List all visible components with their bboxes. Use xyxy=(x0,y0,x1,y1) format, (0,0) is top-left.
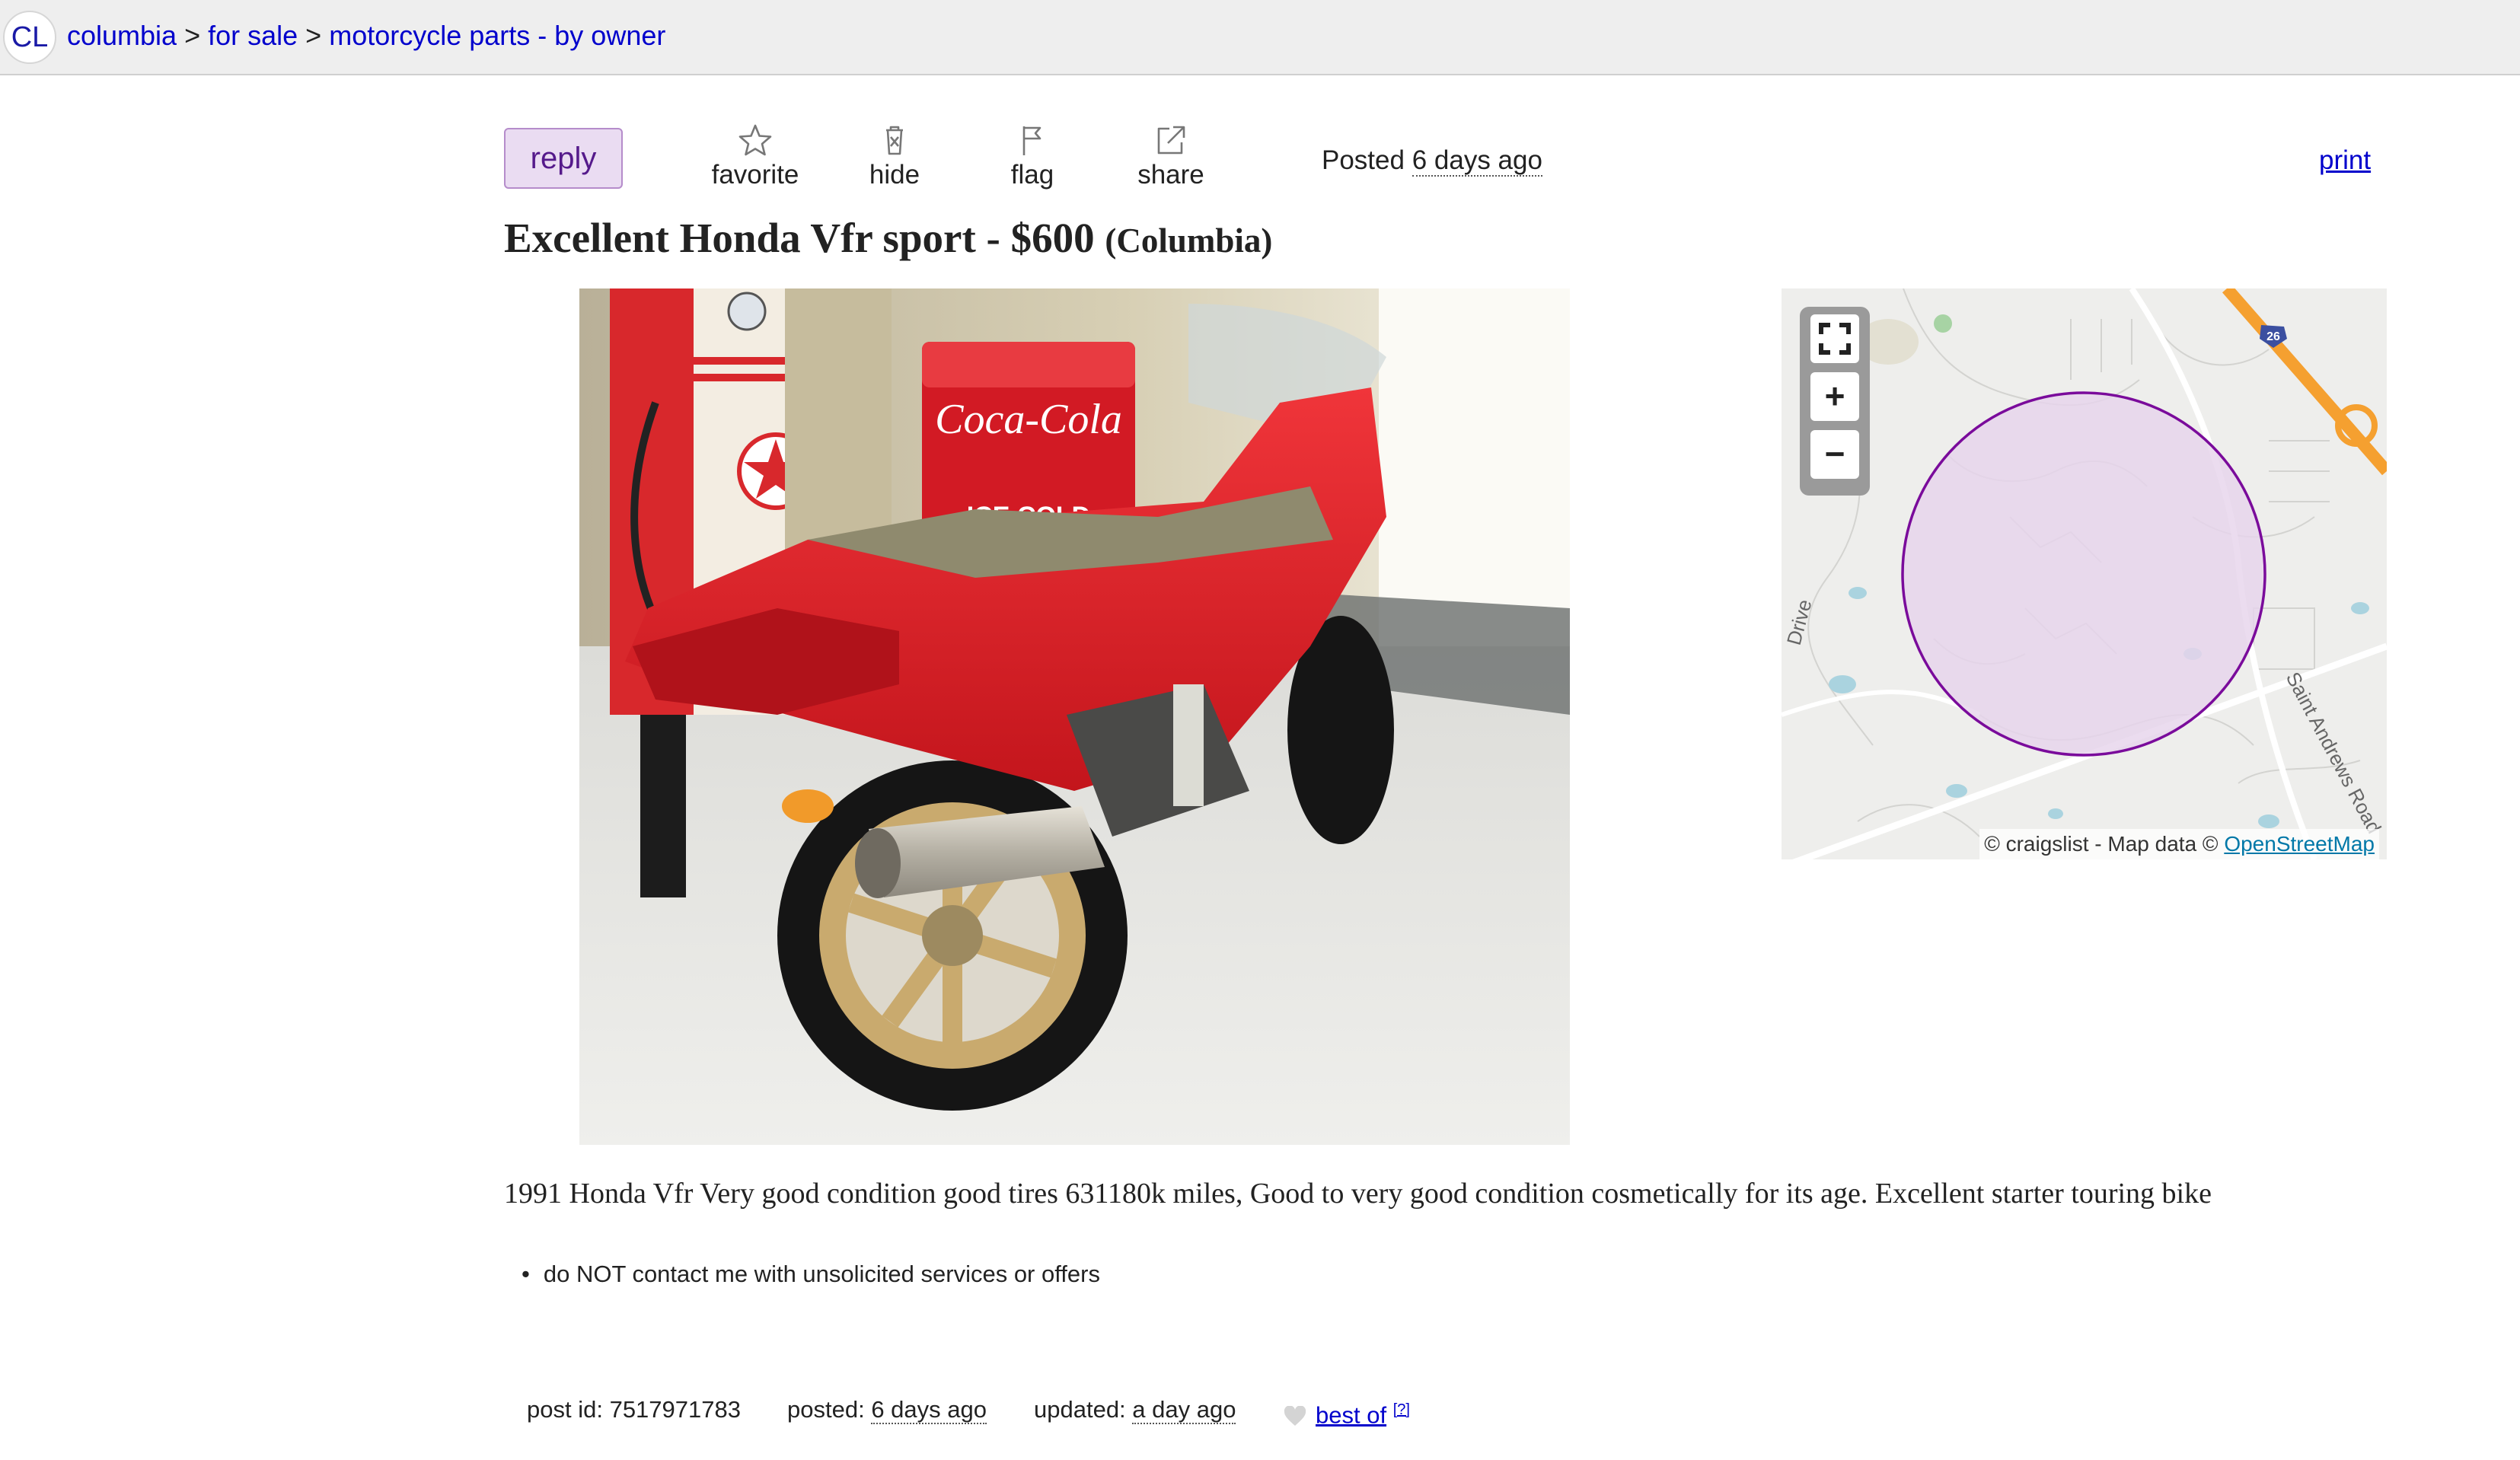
notice-item: • do NOT contact me with unsolicited serv… xyxy=(522,1256,1100,1293)
posted-date: Posted 6 days ago xyxy=(1322,145,1542,177)
notice-text: do NOT contact me with unsolicited servi… xyxy=(543,1261,1100,1287)
craigslist-logo[interactable]: CL xyxy=(3,11,56,64)
map-controls: + − xyxy=(1800,307,1870,496)
updated-label: updated: xyxy=(1034,1396,1126,1423)
heart-icon[interactable] xyxy=(1284,1406,1306,1427)
interstate-shield-label: 26 xyxy=(2266,330,2280,343)
best-of-link[interactable]: best of xyxy=(1316,1401,1386,1428)
print-link[interactable]: print xyxy=(2319,145,2371,177)
openstreetmap-link[interactable]: OpenStreetMap xyxy=(2224,832,2375,856)
posted-when: 6 days ago xyxy=(1412,145,1542,177)
breadcrumb-separator: > xyxy=(184,20,201,51)
posted-value: 6 days ago xyxy=(871,1396,987,1424)
post-id-value: 7517971783 xyxy=(609,1396,741,1423)
trash-x-icon xyxy=(886,126,903,155)
updated-info: updated: a day ago xyxy=(1034,1395,1236,1425)
breadcrumb-separator: > xyxy=(305,20,322,51)
posting-body: 1991 Honda Vfr Very good condition good … xyxy=(504,1178,2212,1210)
page: CL columbia > for sale > motorcycle parts - … xyxy=(0,0,2520,1460)
flag-icon xyxy=(1022,126,1041,155)
flag-button[interactable]: flag xyxy=(975,122,1089,190)
posting-title: Excellent Honda Vfr sport - $600 (Columb… xyxy=(504,212,1272,267)
breadcrumb-bar: CL columbia > for sale > motorcycle parts - … xyxy=(0,0,2520,75)
best-of-help-link[interactable]: [?] xyxy=(1393,1401,1410,1418)
breadcrumb-for-sale[interactable]: for sale xyxy=(208,20,298,51)
cooler-brand-text: Coca-Cola xyxy=(935,396,1122,443)
flag-label: flag xyxy=(1010,160,1054,190)
posting-location: (Columbia) xyxy=(1105,222,1273,260)
star-icon xyxy=(738,124,772,156)
best-of-info: best of [?] xyxy=(1284,1395,1410,1430)
favorite-label: favorite xyxy=(711,160,799,190)
breadcrumb: columbia > for sale > motorcycle parts - by … xyxy=(67,19,665,53)
updated-value: a day ago xyxy=(1132,1396,1236,1424)
post-id-info: post id: 7517971783 xyxy=(527,1395,741,1425)
posted-prefix: Posted xyxy=(1322,145,1405,175)
bullet-icon: • xyxy=(522,1261,530,1287)
map-fullscreen-button[interactable] xyxy=(1810,314,1859,363)
breadcrumb-columbia[interactable]: columbia xyxy=(67,20,177,51)
motorcycle-photo: Coca-Cola ICE COLD xyxy=(579,288,1570,1145)
hide-label: hide xyxy=(869,160,920,190)
title-text: Excellent Honda Vfr sport - $600 xyxy=(504,215,1095,261)
notices-list: • do NOT contact me with unsolicited serv… xyxy=(522,1256,1100,1293)
map-zoom-out-button[interactable]: − xyxy=(1810,430,1859,479)
map-attribution: © craigslist - Map data © OpenStreetMap xyxy=(1979,829,2379,859)
listing-photo[interactable]: Coca-Cola ICE COLD xyxy=(579,288,1570,1145)
share-icon xyxy=(1157,126,1185,155)
map-attribution-text: © craigslist - Map data © xyxy=(1984,832,2219,856)
breadcrumb-motorcycle-parts[interactable]: motorcycle parts - by owner xyxy=(329,20,665,51)
share-button[interactable]: share xyxy=(1114,122,1228,190)
map-zoom-in-button[interactable]: + xyxy=(1810,372,1859,421)
reply-button[interactable]: reply xyxy=(504,128,623,189)
posted-info: posted: 6 days ago xyxy=(787,1395,987,1425)
location-map[interactable]: 26 Saint Andrews Road Drive + − © craigs… xyxy=(1782,288,2387,859)
post-id-label: post id: xyxy=(527,1396,603,1423)
posted-label: posted: xyxy=(787,1396,865,1423)
favorite-button[interactable]: favorite xyxy=(698,122,812,190)
hide-button[interactable]: hide xyxy=(837,122,952,190)
map-tiles: 26 Saint Andrews Road Drive xyxy=(1782,288,2387,859)
share-label: share xyxy=(1137,160,1204,190)
fullscreen-icon xyxy=(1819,323,1851,355)
